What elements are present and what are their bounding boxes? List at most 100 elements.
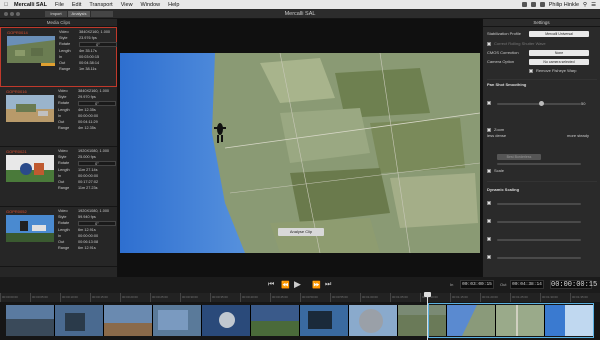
clip-thumbnail[interactable] bbox=[7, 36, 55, 63]
ruler-tick: 00:00:15:00 bbox=[90, 293, 120, 302]
menu-transport[interactable]: Transport bbox=[89, 2, 112, 8]
best-borderless-button[interactable]: Best Borderless bbox=[497, 154, 541, 160]
menu-list-icon[interactable]: ☰ bbox=[591, 2, 596, 8]
media-clips-panel: Media Clips GOPR0014 Video 3840X2160, 1.0… bbox=[0, 19, 118, 277]
profile-select[interactable]: Mercalli Universal bbox=[529, 31, 589, 37]
camera-select[interactable]: No camera selected bbox=[529, 59, 589, 65]
clip-video: 1920X1080, 1.000 bbox=[78, 149, 110, 153]
dynamic-slider-2[interactable] bbox=[497, 221, 581, 223]
status-icon[interactable] bbox=[521, 2, 527, 7]
play-icon[interactable]: ▶ bbox=[294, 279, 301, 290]
video-frame[interactable]: Analyse Clip bbox=[120, 53, 480, 253]
label-range: Range bbox=[59, 67, 71, 71]
clip-rotate-select[interactable]: 0° bbox=[78, 221, 116, 226]
clip-item[interactable]: GOPR0052 Video 1920X1080, 1.000 Style 59.9… bbox=[0, 207, 117, 267]
battery-icon[interactable] bbox=[539, 2, 545, 7]
dynamic-slider-4[interactable] bbox=[497, 257, 581, 259]
apple-icon[interactable]:  bbox=[4, 2, 14, 8]
dynamic-checkbox-2[interactable] bbox=[487, 219, 491, 223]
correct-rolling-label: Correct Rolling Shutter Wave bbox=[494, 41, 546, 46]
clip-out: 00:17:27:02 bbox=[78, 180, 99, 184]
selected-range[interactable] bbox=[428, 303, 594, 338]
search-icon[interactable]: ⚲ bbox=[583, 2, 587, 8]
scale-checkbox[interactable] bbox=[487, 168, 491, 173]
clip-item[interactable]: GOPR0014 Video 3840X2160, 1.000 Style 23.9… bbox=[0, 27, 117, 87]
settings-panel: Settings Stabilization Profile Mercalli … bbox=[482, 19, 600, 277]
out-timecode[interactable]: 00:04:38:14 bbox=[510, 280, 544, 289]
clip-range-marker bbox=[41, 63, 55, 66]
in-timecode[interactable]: 00:03:00:15 bbox=[460, 280, 494, 289]
filmstrip-frame bbox=[6, 305, 55, 336]
fisheye-checkbox[interactable] bbox=[529, 68, 533, 73]
go-to-start-icon[interactable]: ⏮ bbox=[268, 281, 274, 289]
clip-rotate-select[interactable]: 0° bbox=[79, 42, 117, 47]
ruler-tick: 00:00:25:00 bbox=[150, 293, 180, 302]
step-forward-icon[interactable]: ⏩ bbox=[312, 281, 321, 289]
clip-name: GOPR0014 bbox=[7, 30, 28, 35]
ruler-tick: 00:00:35:00 bbox=[210, 293, 240, 302]
clip-name: GOPR0021 bbox=[6, 149, 27, 154]
wifi-icon[interactable] bbox=[530, 2, 536, 7]
correct-rolling-row: Correct Rolling Shutter Wave bbox=[487, 41, 597, 46]
clip-rotate-select[interactable]: 0° bbox=[78, 161, 116, 166]
playhead[interactable] bbox=[427, 293, 428, 340]
timeline-ruler[interactable]: 00:00:00:00 00:00:05:00 00:00:10:00 00:0… bbox=[0, 293, 600, 302]
cmos-label: CMOS Correction bbox=[487, 50, 519, 55]
go-to-end-icon[interactable]: ⏭ bbox=[325, 281, 331, 289]
menu-app[interactable]: Mercalli SAL bbox=[14, 2, 47, 8]
label-length: Length bbox=[58, 168, 70, 172]
menu-file[interactable]: File bbox=[55, 2, 64, 8]
dynamic-checkbox-1[interactable] bbox=[487, 201, 491, 205]
clip-in: 00:00:00:00 bbox=[78, 114, 99, 118]
clip-name: GOPR0016 bbox=[6, 89, 27, 94]
label-range: Range bbox=[58, 126, 70, 130]
menu-edit[interactable]: Edit bbox=[72, 2, 81, 8]
clip-thumbnail[interactable] bbox=[6, 155, 54, 182]
clip-item[interactable]: GOPR0021 Video 1920X1080, 1.000 Style 25.0… bbox=[0, 147, 117, 207]
ruler-tick: 00:00:05:00 bbox=[30, 293, 60, 302]
dynamic-section-title: Dynamic Scaling bbox=[487, 187, 520, 192]
clip-range: 6m 12.91s bbox=[78, 246, 96, 250]
clip-thumbnail[interactable] bbox=[6, 215, 54, 242]
pan-checkbox[interactable] bbox=[487, 101, 491, 105]
correct-rolling-checkbox[interactable] bbox=[487, 41, 491, 46]
label-in: In bbox=[58, 174, 62, 178]
pan-range-row: less dense more steady bbox=[487, 133, 597, 138]
ruler-tick: 00:00:50:00 bbox=[300, 293, 330, 302]
menu-view[interactable]: View bbox=[121, 2, 133, 8]
dynamic-slider-1[interactable] bbox=[497, 203, 581, 205]
user-name[interactable]: Philip Hinkle bbox=[549, 2, 579, 8]
filmstrip-frame bbox=[300, 305, 349, 336]
clip-out: 00:06:13:08 bbox=[78, 240, 99, 244]
zoom-label: Zoom bbox=[494, 127, 505, 132]
label-video: Video bbox=[58, 149, 68, 153]
clip-rotate-select[interactable]: 0° bbox=[78, 101, 116, 106]
dynamic-checkbox-4[interactable] bbox=[487, 255, 491, 259]
dynamic-checkbox-3[interactable] bbox=[487, 237, 491, 241]
step-back-icon[interactable]: ⏪ bbox=[281, 281, 290, 289]
clip-length: 6m 12.91s bbox=[78, 228, 96, 232]
clip-item[interactable]: GOPR0016 Video 3840X2160, 1.000 Style 29.9… bbox=[0, 87, 117, 147]
label-style: Style bbox=[58, 155, 67, 159]
pan-slider-handle[interactable] bbox=[539, 101, 544, 106]
divider bbox=[487, 181, 597, 182]
menu-window[interactable]: Window bbox=[141, 2, 161, 8]
filmstrip-frame bbox=[349, 305, 398, 336]
ruler-tick: 00:01:25:00 bbox=[510, 293, 540, 302]
window-titlebar: Import Analysis Mercalli SAL bbox=[0, 9, 600, 19]
label-range: Range bbox=[58, 246, 70, 250]
analyse-clip-button[interactable]: Analyse Clip bbox=[278, 228, 324, 236]
menu-help[interactable]: Help bbox=[168, 2, 179, 8]
dynamic-slider-3[interactable] bbox=[497, 239, 581, 241]
clip-out: 00:04:38:14 bbox=[79, 61, 100, 65]
ruler-tick: 00:00:10:00 bbox=[60, 293, 90, 302]
transport-bar: ⏮ ⏪ ▶ ⏩ ⏭ In 00:03:00:15 Out 00:04:38:14… bbox=[0, 277, 600, 293]
playhead-handle[interactable] bbox=[424, 292, 431, 297]
label-rotate: Rotate bbox=[58, 101, 70, 105]
scale-slider[interactable] bbox=[497, 163, 581, 165]
clip-thumbnail[interactable] bbox=[6, 95, 54, 122]
cmos-select[interactable]: None bbox=[529, 50, 589, 56]
pan-left-label: less dense bbox=[487, 133, 507, 138]
zoom-checkbox[interactable] bbox=[487, 127, 491, 132]
timeline[interactable]: 00:00:00:00 00:00:05:00 00:00:10:00 00:0… bbox=[0, 292, 600, 340]
